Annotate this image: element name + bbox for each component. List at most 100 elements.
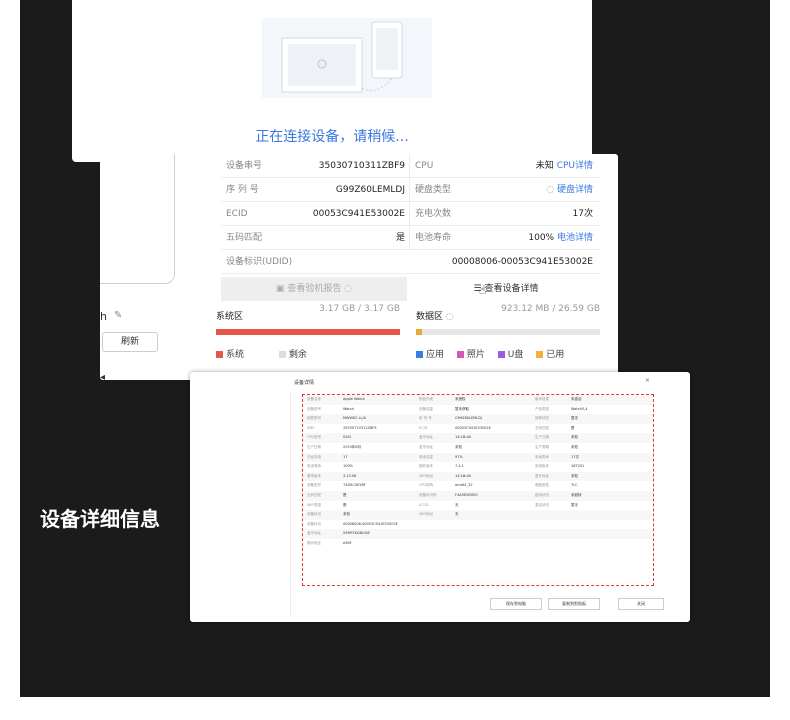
details-row: 销售型号 MWWK2 LL/A 序 列 号 G99Z60LEMLDJ 保修状态 暂无 [303,414,653,424]
data-storage-fill [416,329,423,335]
details-key: 越狱状态 [535,492,549,497]
info-key: 序 列 号 [226,185,259,195]
view-report-label: 查看验机报告 [287,284,342,294]
details-key: 设备标识码 [419,492,437,497]
data-storage-title: 数据区 ◌ [416,312,454,322]
details-key: 数码验证 [307,540,321,545]
details-value: 未越狱 [571,492,582,497]
details-key: 系统版本 [535,464,549,469]
legend-swatch [456,351,464,358]
details-value: 暂未获取 [455,406,469,411]
loading-spinner-icon: ◌ [445,312,454,322]
details-key: 蓝牙地址 [419,444,433,449]
details-key: WiFi地址 [419,512,434,517]
details-key: 设备型号 [307,406,321,411]
details-value: Watch5,4 [571,406,588,411]
info-value: G99Z60LEMLDJ [335,185,405,195]
legend-used: 已用 [546,350,565,360]
details-key: 蓝牙地址 [535,473,549,478]
copy-to-clipboard-button[interactable]: 复制到剪贴板 [548,598,600,610]
data-legend: 应用 照片 U盘 已用 [416,347,600,360]
action-row: ▣ 查看验机报告 ◌ ☰ 查看设备详情 [221,274,601,304]
device-name-fragment: h [100,310,107,323]
details-key: 电池寿命 [535,454,549,459]
details-key: 产品类型 [535,406,549,411]
info-row: 设备串号 35030710311ZBF9 CPU 未知 CPU详情 [221,154,601,178]
details-value: 14:1B:A0 [455,435,472,440]
view-report-button[interactable]: ▣ 查看验机报告 ◌ [221,277,407,301]
view-device-details-button[interactable]: ☰ 查看设备详情 [413,277,599,301]
legend-photos: 照片 [466,350,485,360]
details-row: CPU型号 S4SI 蓝牙地址 14:1B:A0 生产日期 未知 [303,433,653,443]
info-key: 电池寿命 [415,233,452,243]
refresh-button[interactable]: 刷新 [102,332,158,352]
details-key: 设备标识 [307,521,321,526]
details-value: 无 [455,512,459,517]
legend-swatch [536,351,544,358]
details-row: 蓝牙地址 55MP1KD8UQ6 [303,529,653,539]
details-key: 电池寿命 [307,464,321,469]
details-key: ICCID [419,502,429,507]
info-row: ECID 00053C941E53002E 充电次数 17次 [221,202,601,226]
connect-illustration-icon [262,18,432,98]
details-value: 无 [455,502,459,507]
disk-details-link[interactable]: 硬盘详情 [557,185,593,195]
info-value: 35030710311ZBF9 [318,161,405,171]
details-key: WiFi地址 [419,473,434,478]
details-row: 设备名称 Apple Watch 颜色外壳 未授权 版本信息 未激活 [303,395,653,405]
legend-swatch [278,351,286,358]
info-value: 100% 电池详情 [528,226,593,250]
system-storage-value: 3.17 GB / 3.17 GB [319,304,400,314]
details-row: 基带版本 3.13.06 WiFi地址 14:1B:A0 蓝牙地址 未知 [303,471,653,482]
details-value: 未知 [571,435,578,440]
details-value: eSIM [343,540,352,545]
details-value: 未激活 [571,397,582,401]
device-preview-panel: h ✎ 刷新 ◂ [100,154,200,380]
data-storage-value: 923.12 MB / 26.59 GB [501,304,600,314]
legend-swatch [416,351,423,358]
collapse-arrow-icon[interactable]: ◂ [100,372,105,380]
close-icon[interactable]: × [645,377,650,384]
legend-swatch [216,351,223,358]
details-row: 设备标识 未知 WiFi地址 无 [303,510,653,520]
loading-spinner-icon: ◌ [546,185,555,195]
cpu-details-link[interactable]: CPU详情 [557,161,593,171]
details-value: 是 [571,425,575,430]
info-key: 充电次数 [415,209,452,219]
details-key: 版本信息 [535,397,549,401]
details-value: 14:1B:A0 [455,473,472,478]
screenshot-stage: 正在连接设备，请稍候... h ✎ 刷新 ◂ 设备串号 35030710311Z… [20,0,770,697]
udid-label: 设备标识(UDID) [226,257,293,267]
details-value: arm64_32 [455,483,473,488]
edit-icon[interactable]: ✎ [114,310,122,321]
details-key: CPU架构 [419,483,434,488]
legend-apps: 应用 [426,350,445,360]
close-button[interactable]: 关闭 [618,598,664,610]
details-value: 未知 [455,444,462,449]
details-key: 蓝牙地址 [307,531,321,536]
battery-value: 100% [528,233,555,243]
details-row: 已经充电 17 电池容量 97% 电池寿命 17次 [303,452,653,463]
details-key: 颜色外壳 [419,397,433,401]
data-storage: 数据区 ◌ 923.12 MB / 26.59 GB 应用 照片 U盘 已用 [416,304,600,360]
details-value: 00053C941E53002E [455,425,491,430]
save-to-computer-button[interactable]: 保存到电脑 [490,598,542,610]
info-key: 设备串号 [226,161,263,171]
details-value: 00008006-00053C941E53002E [343,521,398,526]
details-row: 数码验证 eSIM [303,539,653,549]
system-storage-fill [216,329,400,335]
details-key: 固件版本 [419,464,433,469]
details-value: 未知 [343,512,350,517]
details-row: 电池寿命 100% 固件版本 7.4.1 系统版本 18T201 [303,462,653,472]
details-value: 是 [343,502,347,507]
battery-details-link[interactable]: 电池详情 [557,233,593,243]
device-info-window: h ✎ 刷新 ◂ 设备串号 35030710311ZBF9 CPU 未知 CPU… [100,154,618,380]
udid-value: 00008006-00053C941E53002E [451,257,593,267]
legend-udisk: U盘 [507,350,524,360]
details-grid-highlight: 设备名称 Apple Watch 颜色外壳 未授权 版本信息 未激活 设备型号 Watch 设备… [302,394,654,586]
details-row: WiFi类型 是 ICCID 无 激活状态 暂无 [303,501,653,511]
details-value: 7.4.1 [455,464,464,469]
details-value: 3.13.06 [343,473,357,478]
storage-section: 系统区 3.17 GB / 3.17 GB 系统 剩余 数据区 ◌ 923.12… [216,304,600,374]
details-row: 设备型号 Watch 设备容量 暂未获取 产品类型 Watch5,4 [303,405,653,415]
